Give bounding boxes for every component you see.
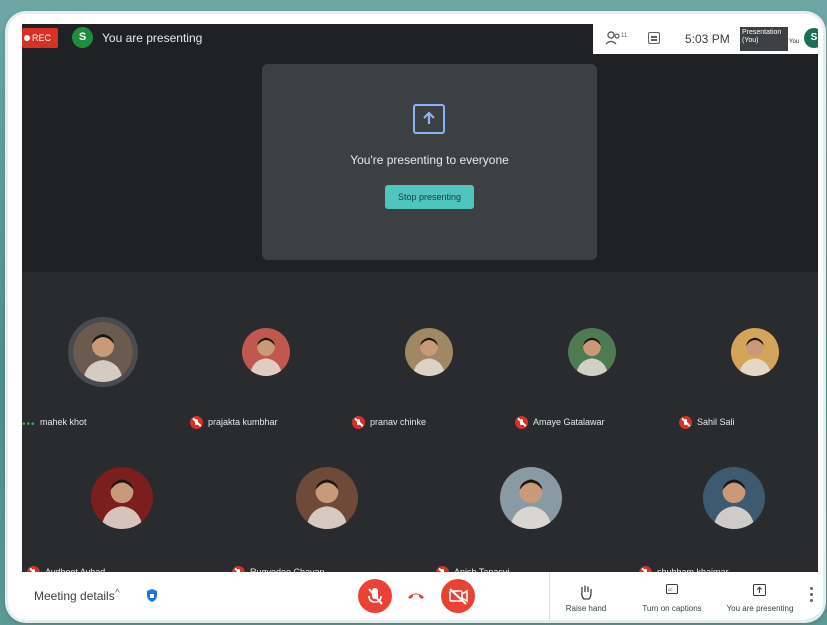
participant-name: mahek khot: [40, 417, 87, 427]
meet-window: REC S You are presenting 11 5:03 PM Pres…: [22, 24, 818, 620]
svg-text:cc: cc: [668, 587, 673, 592]
app-frame: REC S You are presenting 11 5:03 PM Pres…: [8, 14, 823, 620]
participant-name: prajakta kumbhar: [208, 417, 278, 427]
present-screen-icon: [413, 104, 445, 134]
captions-button[interactable]: cc Turn on captions: [637, 572, 707, 620]
user-avatar[interactable]: S: [804, 28, 818, 48]
mic-off-icon: [368, 588, 383, 605]
participant-name: Amaye Gatalawar: [533, 417, 605, 427]
camera-off-button[interactable]: [441, 579, 475, 613]
stop-presenting-button[interactable]: Stop presenting: [385, 185, 474, 209]
meeting-details-button[interactable]: Meeting details: [34, 589, 115, 603]
hand-icon: [581, 585, 592, 600]
participant-tile[interactable]: [242, 328, 290, 376]
participant-tile[interactable]: [405, 328, 453, 376]
toolbar-divider: [549, 572, 550, 620]
captions-icon: cc: [666, 584, 678, 594]
present-now-button[interactable]: You are presenting: [722, 572, 798, 620]
participant-tile[interactable]: [73, 322, 133, 382]
recording-badge: REC: [22, 28, 58, 48]
participant-tile[interactable]: [568, 328, 616, 376]
self-preview-tile[interactable]: Presentation (You): [740, 27, 788, 51]
presenter-avatar: S: [72, 27, 93, 48]
presenting-status: You are presenting: [102, 31, 203, 45]
clock-time: 5:03 PM: [685, 32, 730, 46]
shield-icon[interactable]: [146, 588, 158, 603]
hang-up-button[interactable]: [405, 584, 427, 606]
self-preview-label: Presentation (You): [742, 29, 782, 44]
participant-tile[interactable]: [731, 328, 779, 376]
mic-off-icon: [190, 416, 203, 429]
participant-tile[interactable]: [500, 467, 562, 529]
camera-off-icon: [449, 588, 468, 605]
presenting-message: You're presenting to everyone: [350, 153, 509, 167]
mic-off-icon: [352, 416, 365, 429]
participant-tile[interactable]: [703, 467, 765, 529]
mic-off-icon: [679, 416, 692, 429]
self-preview-you: You: [789, 39, 800, 45]
raise-hand-button[interactable]: Raise hand: [556, 572, 616, 620]
present-label: You are presenting: [726, 604, 794, 613]
participant-tile[interactable]: [296, 467, 358, 529]
participant-name: Sahil Sali: [697, 417, 735, 427]
more-options-icon[interactable]: [810, 587, 814, 605]
participant-tile[interactable]: [91, 467, 153, 529]
top-right-panel: 11 5:03 PM Presentation (You) You S: [593, 24, 818, 54]
captions-label: Turn on captions: [642, 604, 702, 613]
presentation-panel: You're presenting to everyone Stop prese…: [262, 64, 597, 260]
microphone-off-button[interactable]: [358, 579, 392, 613]
chevron-up-icon[interactable]: ^: [115, 588, 120, 599]
participant-name: pranav chinke: [370, 417, 427, 427]
chat-icon[interactable]: [648, 32, 660, 44]
raise-hand-label: Raise hand: [565, 604, 607, 613]
present-icon: [753, 584, 766, 596]
participant-grid: ••• mahek khot prajakta kumbhar pranav chi…: [22, 272, 818, 579]
bottom-bar: Meeting details ^ Raise hand cc Turn on …: [22, 572, 818, 620]
people-icon[interactable]: 11: [605, 31, 628, 45]
participant-count: 11: [621, 33, 628, 39]
phone-hangup-icon: [408, 593, 424, 599]
speaking-indicator-icon: •••: [22, 419, 36, 430]
mic-off-icon: [515, 416, 528, 429]
